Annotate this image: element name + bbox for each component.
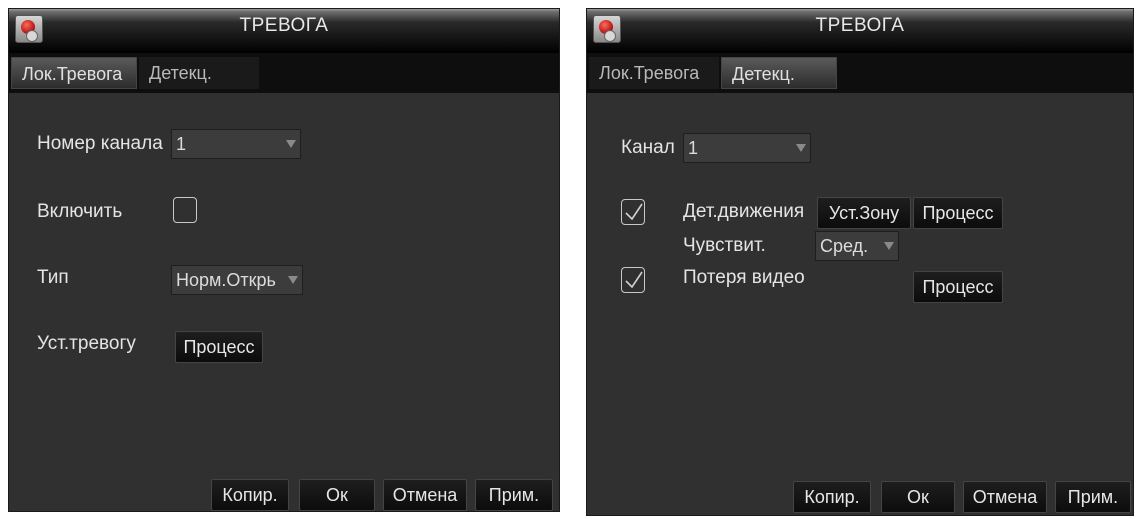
sensitivity-label: Чувствит. <box>683 235 766 256</box>
cancel-button[interactable]: Отмена <box>383 479 467 511</box>
chevron-down-icon <box>286 140 296 148</box>
tab-bar: Лок.Тревога Детекц. <box>587 53 1133 93</box>
enable-checkbox[interactable] <box>173 197 197 223</box>
chevron-down-icon <box>796 144 806 152</box>
apply-button[interactable]: Прим. <box>1055 481 1131 513</box>
channel-select[interactable]: 1 <box>683 133 811 163</box>
channel-label: Канал <box>621 137 675 158</box>
set-alarm-label: Уст.тревогу <box>37 333 136 354</box>
tab-local-alarm[interactable]: Лок.Тревога <box>589 57 719 89</box>
checkmark-icon <box>625 271 643 289</box>
checkmark-icon <box>625 203 643 221</box>
enable-label: Включить <box>37 201 123 222</box>
sensitivity-select[interactable]: Сред. <box>815 231 899 261</box>
copy-button[interactable]: Копир. <box>211 479 289 511</box>
ok-button[interactable]: Ок <box>299 479 375 511</box>
apply-button[interactable]: Прим. <box>475 479 553 511</box>
motion-process-button[interactable]: Процесс <box>913 197 1003 229</box>
title-bar: ТРЕВОГА <box>587 9 1133 53</box>
sensitivity-select-value: Сред. <box>820 236 869 256</box>
video-loss-label: Потеря видео <box>683 267 805 288</box>
alarm-window-detection: ТРЕВОГА Лок.Тревога Детекц. Канал 1 Дет.… <box>586 8 1134 516</box>
channel-select[interactable]: 1 <box>171 129 301 159</box>
alarm-window-local: ТРЕВОГА Лок.Тревога Детекц. Номер канала… <box>8 8 560 512</box>
cancel-button[interactable]: Отмена <box>963 481 1047 513</box>
video-loss-checkbox[interactable] <box>621 267 645 293</box>
title-bar: ТРЕВОГА <box>9 9 559 53</box>
window-title: ТРЕВОГА <box>815 15 905 36</box>
channel-select-value: 1 <box>176 134 187 154</box>
window-title: ТРЕВОГА <box>239 15 329 36</box>
channel-select-value: 1 <box>688 138 699 158</box>
chevron-down-icon <box>884 242 894 250</box>
copy-button[interactable]: Копир. <box>793 481 871 513</box>
type-select[interactable]: Норм.Открь <box>171 265 303 295</box>
tab-detection[interactable]: Детекц. <box>721 57 837 89</box>
tab-bar: Лок.Тревога Детекц. <box>9 53 559 93</box>
ok-button[interactable]: Ок <box>881 481 955 513</box>
type-select-value: Норм.Открь <box>176 270 276 290</box>
process-button[interactable]: Процесс <box>175 331 263 363</box>
motion-detect-label: Дет.движения <box>683 201 805 222</box>
motion-detect-checkbox[interactable] <box>621 199 645 225</box>
tab-local-alarm[interactable]: Лок.Тревога <box>11 57 137 89</box>
video-loss-process-button[interactable]: Процесс <box>913 271 1003 303</box>
type-label: Тип <box>37 267 69 288</box>
chevron-down-icon <box>288 276 298 284</box>
tab-detection[interactable]: Детекц. <box>139 57 259 89</box>
set-zone-button[interactable]: Уст.Зону <box>817 197 911 229</box>
channel-number-label: Номер канала <box>37 133 163 154</box>
